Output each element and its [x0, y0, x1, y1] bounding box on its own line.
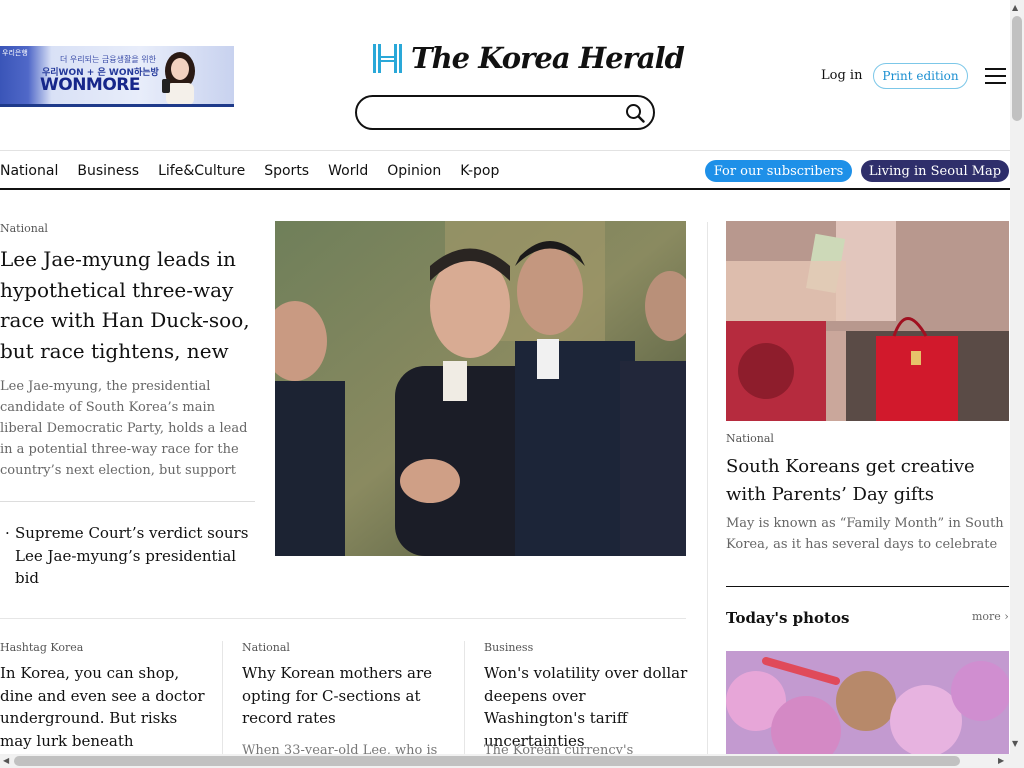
site-logo[interactable]: The Korea Herald	[372, 41, 685, 75]
card-divider	[222, 641, 223, 768]
side-divider	[726, 586, 1009, 587]
chevron-right-icon: ›	[1004, 610, 1009, 623]
hamburger-menu-icon[interactable]	[985, 68, 1006, 84]
horizontal-scroll-thumb[interactable]	[14, 756, 960, 766]
lead-category[interactable]: National	[0, 222, 48, 235]
nav-item-kpop[interactable]: K-pop	[460, 160, 499, 182]
bullet: ·	[5, 524, 10, 542]
card-divider	[464, 641, 465, 768]
side-story-headline[interactable]: South Koreans get creative with Parents’…	[726, 453, 1009, 509]
scroll-right-icon[interactable]: ▶	[998, 756, 1004, 765]
more-link[interactable]: more ›	[972, 610, 1009, 623]
nav-divider	[0, 188, 1010, 190]
ad-bank-name: 우리은행	[2, 49, 28, 57]
ad-model-image	[162, 52, 195, 104]
card-category[interactable]: Business	[484, 641, 533, 654]
side-story-summary: May is known as “Family Month” in South …	[726, 516, 1004, 552]
side-story-photo[interactable]	[726, 221, 1009, 421]
nav-item-sports[interactable]: Sports	[264, 160, 309, 182]
login-link[interactable]: Log in	[821, 68, 862, 83]
row-divider	[0, 618, 686, 619]
todays-photo[interactable]	[726, 651, 1009, 768]
card-category[interactable]: National	[242, 641, 290, 654]
nav-item-opinion[interactable]: Opinion	[387, 160, 441, 182]
ad-banner[interactable]: 우리은행 더 우리되는 금융생활을 위한 우리WON + 은 WON하는방 WO…	[0, 46, 234, 107]
lead-headline[interactable]: Lee Jae-myung leads in hypothetical thre…	[0, 244, 250, 366]
header-divider	[0, 150, 1010, 151]
nav-item-national[interactable]: National	[0, 160, 58, 182]
todays-photos-heading: Today's photos	[726, 609, 850, 627]
lead-divider	[0, 501, 255, 502]
ad-line-1: 더 우리되는 금융생활을 위한	[60, 55, 156, 64]
nav-item-life-culture[interactable]: Life&Culture	[158, 160, 245, 182]
more-label: more	[972, 610, 1001, 623]
main-nav: National Business Life&Culture Sports Wo…	[0, 160, 518, 182]
card-category[interactable]: Hashtag Korea	[0, 641, 83, 654]
print-edition-button[interactable]: Print edition	[873, 63, 968, 89]
scroll-left-icon[interactable]: ◀	[3, 756, 9, 765]
card-headline[interactable]: Why Korean mothers are opting for C-sect…	[242, 662, 447, 730]
card-headline[interactable]: In Korea, you can shop, dine and even se…	[0, 662, 205, 752]
lead-summary: Lee Jae-myung, the presidential candidat…	[0, 379, 248, 478]
search-icon[interactable]	[625, 103, 645, 123]
ad-brand: WONMORE	[40, 75, 141, 95]
card-headline[interactable]: Won's volatility over dollar deepens ove…	[484, 662, 689, 752]
vertical-scroll-thumb[interactable]	[1012, 16, 1022, 121]
column-divider	[707, 222, 708, 768]
scroll-down-icon[interactable]: ▼	[1012, 739, 1018, 748]
scroll-up-icon[interactable]: ▲	[1012, 3, 1018, 12]
logo-text: The Korea Herald	[411, 41, 685, 75]
living-in-seoul-map-button[interactable]: Living in Seoul Map	[861, 160, 1009, 182]
related-story[interactable]: · Supreme Court’s verdict sours Lee Jae-…	[0, 522, 250, 590]
side-story-category[interactable]: National	[726, 432, 774, 445]
lead-photo[interactable]	[275, 221, 686, 556]
nav-item-business[interactable]: Business	[77, 160, 139, 182]
nav-item-world[interactable]: World	[328, 160, 368, 182]
korea-herald-h-logo-icon	[373, 43, 402, 73]
related-headline[interactable]: Supreme Court’s verdict sours Lee Jae-my…	[0, 522, 250, 590]
for-subscribers-button[interactable]: For our subscribers	[705, 160, 852, 182]
search-bar[interactable]	[355, 95, 655, 130]
